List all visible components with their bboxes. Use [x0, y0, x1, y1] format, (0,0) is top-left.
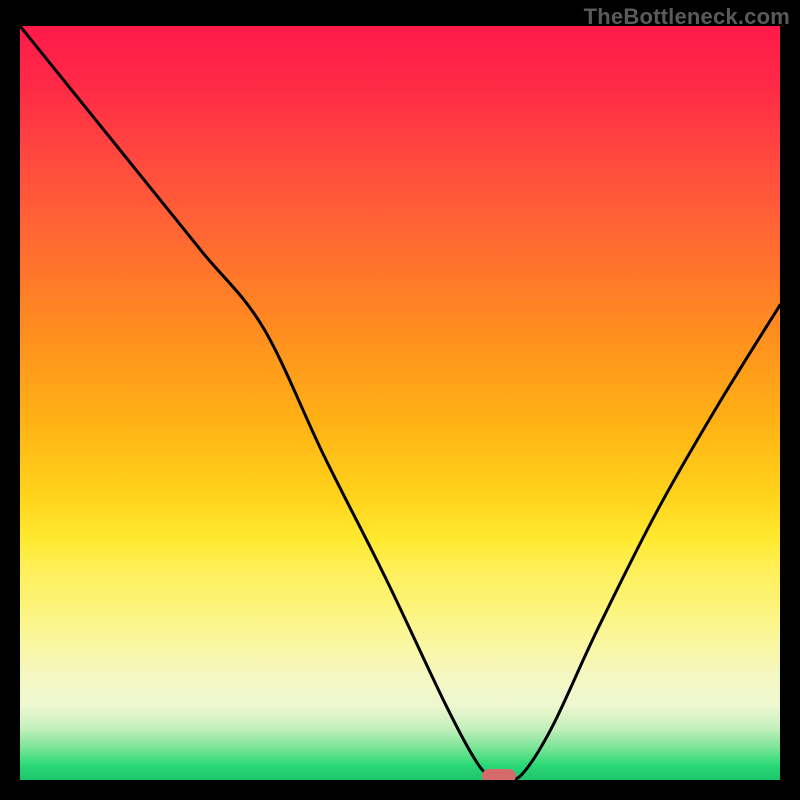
bottleneck-curve — [20, 26, 780, 780]
optimum-marker — [482, 769, 516, 780]
chart-frame: TheBottleneck.com — [0, 0, 800, 800]
watermark-text: TheBottleneck.com — [584, 4, 790, 30]
plot-area — [20, 26, 780, 780]
